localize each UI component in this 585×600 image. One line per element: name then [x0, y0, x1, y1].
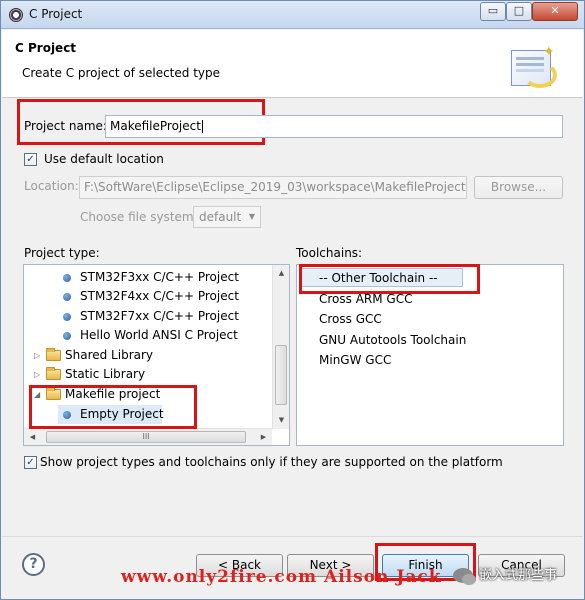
chevron-down-icon: ▼ [248, 212, 256, 221]
project-template-icon [63, 293, 71, 301]
tree-item-shared-library[interactable]: ▷ Shared Library [24, 346, 274, 365]
text-caret [201, 120, 203, 133]
project-name-input[interactable]: MakefileProject [105, 115, 563, 138]
site-watermark: www.only2fire.com Ailson Jack [121, 567, 442, 587]
toolchain-item-mingw-gcc[interactable]: MinGW GCC [319, 351, 391, 369]
close-icon: ✕ [550, 4, 560, 17]
location-input[interactable]: F:\SoftWare\Eclipse\Eclipse_2019_03\work… [79, 176, 467, 199]
scroll-right-icon[interactable]: ▶ [255, 429, 272, 445]
file-system-label: Choose file system: [80, 210, 198, 224]
browse-button[interactable]: Browse... [474, 176, 563, 199]
folder-icon [46, 348, 61, 361]
scroll-grip-icon: III [142, 432, 150, 441]
project-template-icon [63, 313, 71, 321]
c-project-dialog: C Project ▭ □ ✕ C Project Create C proje… [0, 0, 585, 600]
browse-label: Browse... [490, 180, 547, 194]
file-system-select[interactable]: default ▼ [193, 206, 261, 228]
help-icon[interactable]: ? [22, 553, 45, 576]
makefile-project-highlight [29, 385, 197, 429]
tree-item-label: STM32F4xx C/C++ Project [80, 289, 239, 303]
toolchain-item-gnu-autotools[interactable]: GNU Autotools Toolchain [319, 331, 466, 349]
help-glyph: ? [29, 556, 38, 572]
wizard-title: C Project [15, 41, 77, 55]
new-project-wizard-icon: ✦ [507, 44, 559, 90]
wizard-description: Create C project of selected type [22, 66, 220, 80]
toolchain-highlight [299, 264, 480, 294]
tree-item-label: Shared Library [65, 348, 154, 362]
project-type-label: Project type: [24, 246, 100, 260]
tree-item-static-library[interactable]: ▷ Static Library [24, 365, 274, 384]
tree-item-label: Hello World ANSI C Project [80, 328, 238, 342]
wechat-watermark: 嵌入式那些事 [453, 564, 558, 585]
folder-icon [46, 367, 61, 380]
use-default-location-label: Use default location [44, 152, 164, 166]
wechat-icon [453, 568, 476, 585]
project-type-vertical-scrollbar[interactable]: ▲ ▼ [272, 265, 289, 429]
minimize-icon: ▭ [487, 4, 499, 17]
close-button[interactable]: ✕ [532, 2, 578, 21]
project-type-horizontal-scrollbar[interactable]: ◀ III ▶ [24, 428, 272, 445]
project-template-icon [63, 332, 71, 340]
wizard-header: C Project Create C project of selected t… [2, 30, 583, 98]
location-value: F:\SoftWare\Eclipse\Eclipse_2019_03\work… [84, 180, 466, 194]
window-title: C Project [29, 7, 83, 21]
scroll-thumb[interactable] [275, 345, 287, 405]
location-label: Location: [24, 179, 79, 193]
tree-item-label: STM32F7xx C/C++ Project [80, 309, 239, 323]
expand-arrow-icon[interactable]: ▷ [34, 346, 40, 365]
tree-item-stm32f7xx[interactable]: STM32F7xx C/C++ Project [24, 307, 274, 326]
supported-only-label: Show project types and toolchains only i… [40, 455, 503, 469]
title-bar[interactable]: C Project ▭ □ ✕ [1, 1, 584, 29]
scroll-up-icon[interactable]: ▲ [273, 265, 289, 282]
file-system-value: default [199, 210, 242, 224]
maximize-icon: □ [513, 4, 525, 17]
button-bar-separator [2, 536, 583, 537]
supported-only-checkbox[interactable]: ✓ [24, 456, 37, 469]
minimize-button[interactable]: ▭ [480, 2, 506, 21]
toolchain-item-cross-gcc[interactable]: Cross GCC [319, 310, 382, 328]
tree-item-label: Static Library [65, 367, 146, 381]
tree-item-label: STM32F3xx C/C++ Project [80, 270, 239, 284]
expand-arrow-icon[interactable]: ▷ [34, 365, 40, 384]
scroll-left-icon[interactable]: ◀ [24, 429, 41, 445]
project-name-label: Project name: [24, 119, 107, 133]
tree-item-stm32f3xx[interactable]: STM32F3xx C/C++ Project [24, 268, 274, 287]
toolchains-label: Toolchains: [296, 246, 363, 260]
tree-item-hello-world[interactable]: Hello World ANSI C Project [24, 326, 274, 345]
tree-item-stm32f4xx[interactable]: STM32F4xx C/C++ Project [24, 287, 274, 306]
project-template-icon [63, 274, 71, 282]
maximize-button[interactable]: □ [506, 2, 532, 21]
eclipse-icon [9, 8, 23, 22]
scroll-down-icon[interactable]: ▼ [273, 412, 289, 429]
wechat-account-name: 嵌入式那些事 [479, 568, 558, 583]
scroll-thumb[interactable]: III [46, 431, 246, 443]
use-default-location-checkbox[interactable]: ✓ [24, 153, 37, 166]
project-name-value: MakefileProject [110, 119, 201, 133]
